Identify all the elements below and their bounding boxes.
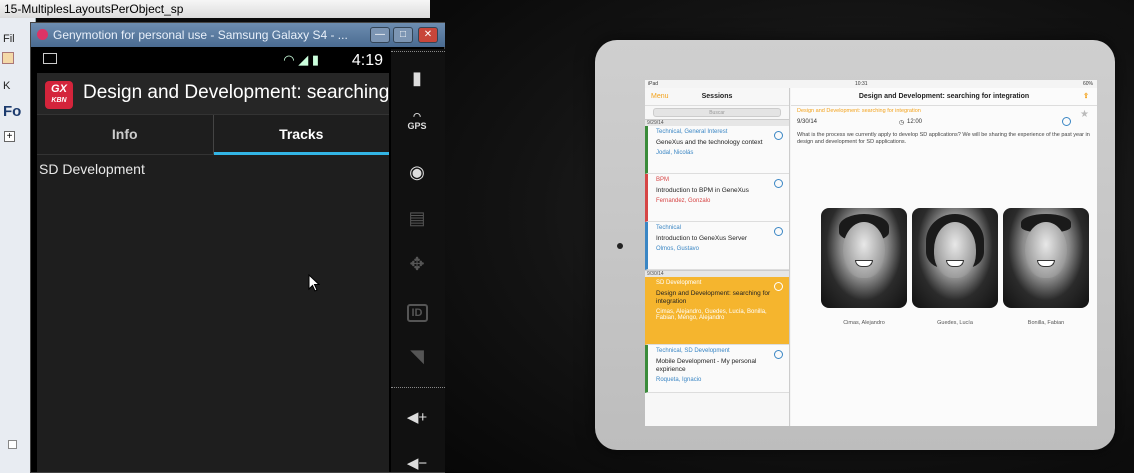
tree-node-icon[interactable] <box>8 440 17 449</box>
rss-icon[interactable]: ◥ <box>399 341 435 371</box>
ipad-screen: iPad 10:31 60% Menu Sessions Buscar 9/29… <box>645 80 1097 426</box>
session-row[interactable]: BPM Introduction to BPM in GeneXus Ferna… <box>645 174 789 222</box>
wifi-signal-battery-icon: ◠ ◢ ▮ <box>283 52 319 67</box>
ipad-device: iPad 10:31 60% Menu Sessions Buscar 9/29… <box>595 40 1115 450</box>
ide-label-k: K <box>3 80 11 92</box>
emulator-window: Genymotion for personal use - Samsung Ga… <box>30 22 446 473</box>
emulator-title: Genymotion for personal use - Samsung Ga… <box>53 28 348 42</box>
android-status-bar: ◠ ◢ ▮ 4:19 <box>37 49 389 73</box>
mouse-cursor-icon <box>308 274 320 292</box>
tab-info[interactable]: Info <box>37 115 213 154</box>
clock-icon: ◷ <box>899 120 905 126</box>
detail-description: What is the process we currently apply t… <box>797 132 1090 145</box>
page-title: Design and Development: searching... <box>83 82 389 103</box>
volume-down-icon[interactable]: ◀− <box>399 449 435 473</box>
sessions-nav: Menu Sessions <box>645 88 789 106</box>
maximize-button[interactable]: □ <box>393 27 413 43</box>
clapper-icon[interactable]: ▤ <box>399 203 435 233</box>
ide-toolbar-icon[interactable] <box>2 52 14 64</box>
ide-window-title: 15-MultiplesLayoutsPerObject_sp <box>0 0 430 18</box>
minimize-button[interactable]: — <box>370 27 390 43</box>
sessions-title: Sessions <box>701 93 733 100</box>
session-row[interactable]: Technical, SD Development Mobile Develop… <box>645 345 789 393</box>
toolbar-divider <box>391 51 445 52</box>
app-action-bar: GX KBN Design and Development: searching.… <box>37 73 389 115</box>
app-logo-icon[interactable]: GX KBN <box>45 81 73 109</box>
session-row-selected[interactable]: SD Development Design and Development: s… <box>645 277 789 345</box>
speaker-photo[interactable] <box>912 208 998 308</box>
genymotion-logo-icon <box>37 29 48 40</box>
session-detail-pane: Design and Development: searching for in… <box>791 88 1097 426</box>
chevron-right-icon[interactable] <box>774 179 783 188</box>
dpad-icon[interactable]: ✥ <box>399 249 435 279</box>
session-row[interactable]: Technical Introduction to GeneXus Server… <box>645 222 789 270</box>
speaker-photo[interactable] <box>1003 208 1089 308</box>
tab-bar: Info Tracks <box>37 115 389 155</box>
gps-icon[interactable]: ◠ GPS <box>399 107 435 137</box>
ide-label-fo: Fo <box>3 103 22 120</box>
close-button[interactable]: ✕ <box>418 27 438 43</box>
sessions-pane: Menu Sessions Buscar 9/29/14 Technical, … <box>645 88 790 426</box>
speakers-photos <box>821 208 1089 308</box>
date-header: 9/30/14 <box>645 270 789 277</box>
camera-icon[interactable]: ◉ <box>399 157 435 187</box>
ipad-camera <box>617 243 623 249</box>
speaker-photo[interactable] <box>821 208 907 308</box>
date-header: 9/29/14 <box>645 119 789 126</box>
speaker-name: Guedes, Lucía <box>937 320 973 326</box>
volume-up-icon[interactable]: ◀+ <box>399 403 435 433</box>
id-icon[interactable]: ID <box>399 295 435 325</box>
detail-title: Design and Development: searching for in… <box>791 88 1097 106</box>
detail-date-row: 9/30/14 ◷ 12:00 <box>791 116 1097 130</box>
screen-root: K Fo + Fil 15-MultiplesLayoutsPerObject_… <box>0 0 1134 473</box>
video-panel: iPad 10:31 60% Menu Sessions Buscar 9/29… <box>445 0 1134 473</box>
detail-subtitle: Design and Development: searching for in… <box>797 108 921 114</box>
status-time: 4:19 <box>351 52 383 69</box>
speaker-name: Bonilla, Fabian <box>1027 320 1065 326</box>
mail-notification-icon <box>43 53 57 64</box>
battery-icon[interactable]: ▮ <box>399 63 435 93</box>
emulator-toolbar: ▮ ◠ GPS ◉ ▤ ✥ ID ◥ ◀+ ◀− <box>391 49 445 472</box>
expand-icon[interactable]: + <box>4 131 15 142</box>
share-icon[interactable]: ⇪ <box>1083 88 1089 106</box>
ios-status-bar: iPad 10:31 60% <box>648 81 1093 87</box>
chevron-right-icon[interactable] <box>774 131 783 140</box>
tab-tracks[interactable]: Tracks <box>212 115 390 155</box>
toolbar-divider <box>391 387 445 388</box>
search-input[interactable]: Buscar <box>653 108 781 117</box>
chevron-right-icon[interactable] <box>774 282 783 291</box>
session-row[interactable]: Technical, General Interest GeneXus and … <box>645 126 789 174</box>
speaker-name: Cimas, Alejandro <box>843 320 885 326</box>
chevron-right-icon[interactable] <box>774 227 783 236</box>
chevron-right-icon[interactable] <box>774 350 783 359</box>
ide-menu-file[interactable]: Fil <box>3 33 15 45</box>
chevron-right-icon[interactable] <box>1062 117 1071 126</box>
list-item[interactable]: SD Development <box>37 155 389 183</box>
android-screen: ◠ ◢ ▮ 4:19 GX KBN Design and Development:… <box>37 49 389 472</box>
